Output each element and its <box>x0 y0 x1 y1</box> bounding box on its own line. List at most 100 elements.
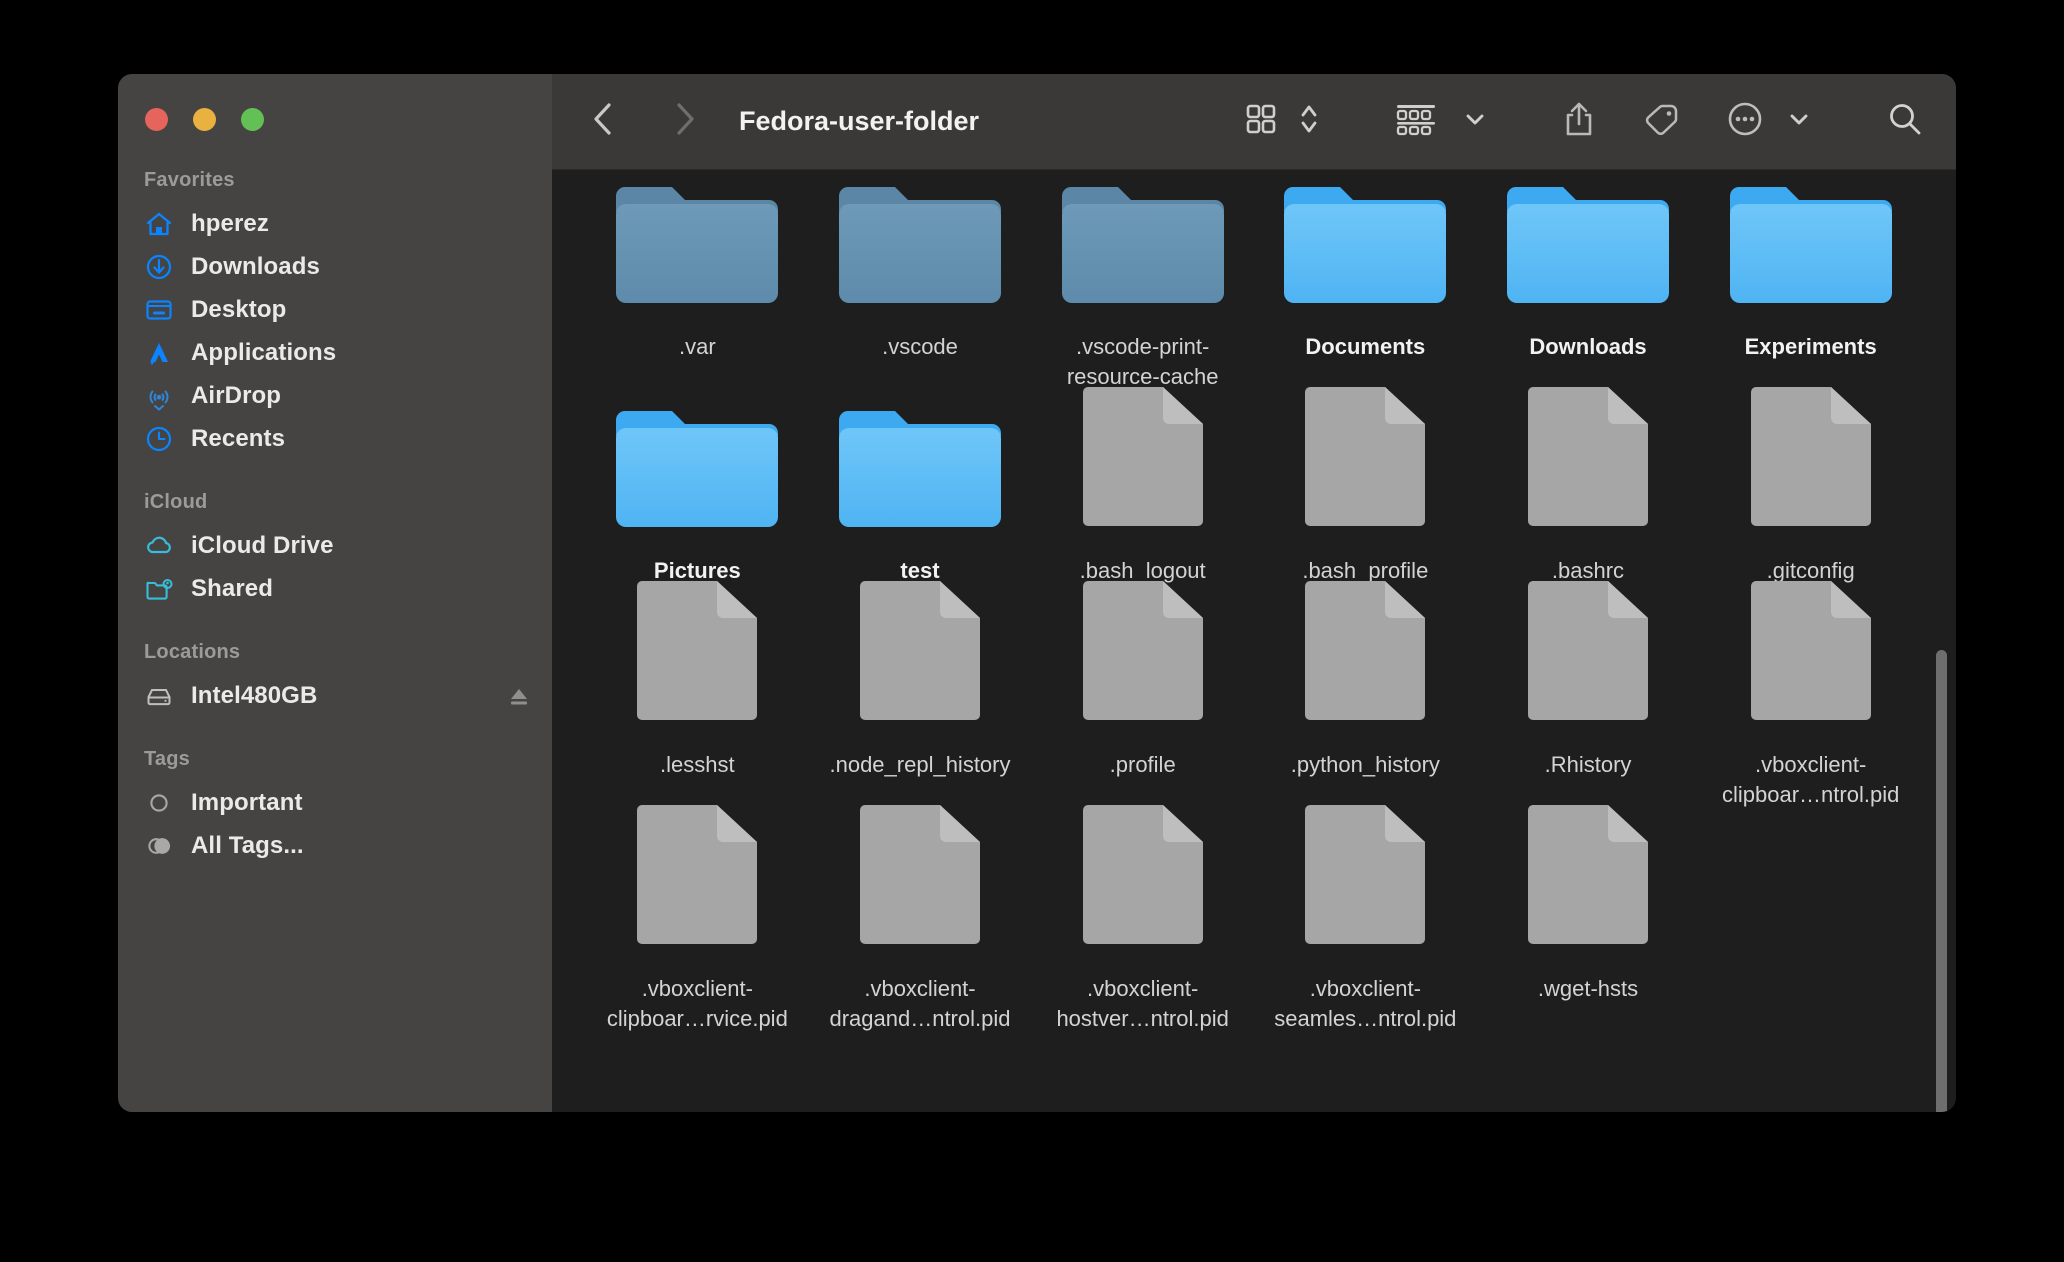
item-label: .Rhistory <box>1545 750 1632 780</box>
file-item[interactable]: .vboxclient-hostver…ntrol.pid <box>1031 840 1254 1034</box>
sidebar-group-title: Tags <box>118 748 552 771</box>
file-item[interactable]: .wget-hsts <box>1477 840 1700 1034</box>
sidebar-item-label: iCloud Drive <box>191 532 334 560</box>
share-button[interactable] <box>1556 95 1602 149</box>
more-options-chevron[interactable] <box>1780 95 1818 149</box>
chevron-up-down-icon <box>1299 102 1319 141</box>
cloud-icon <box>142 531 176 561</box>
chevron-down-icon <box>1787 107 1811 136</box>
vertical-scrollbar[interactable] <box>1934 170 1948 1112</box>
document-icon <box>854 616 986 728</box>
item-label: Experiments <box>1745 332 1877 362</box>
folder-item[interactable]: test <box>809 422 1032 586</box>
sidebar: Favorites hperez Downloads Desktop Appli… <box>118 74 552 1112</box>
folder-icon <box>1056 198 1230 310</box>
back-button[interactable] <box>576 95 630 149</box>
eject-icon[interactable] <box>506 683 532 709</box>
tag-button[interactable] <box>1636 95 1686 149</box>
sidebar-item-all-tags[interactable]: All Tags... <box>118 824 552 867</box>
group-by-button[interactable] <box>1388 95 1444 149</box>
folder-icon <box>610 422 784 534</box>
main-area: Fedora-user-folder <box>552 74 1956 1112</box>
sidebar-item-hperez[interactable]: hperez <box>118 202 552 245</box>
item-label: .vboxclient-seamles…ntrol.pid <box>1272 974 1458 1034</box>
item-label: .node_repl_history <box>829 750 1010 780</box>
folder-icon <box>833 422 1007 534</box>
file-item[interactable]: .vboxclient-dragand…ntrol.pid <box>809 840 1032 1034</box>
item-label: .var <box>679 332 716 362</box>
sidebar-group-title: iCloud <box>118 491 552 514</box>
zoom-button[interactable] <box>241 108 264 131</box>
sidebar-item-important[interactable]: Important <box>118 781 552 824</box>
sidebar-item-label: All Tags... <box>191 832 304 860</box>
file-item[interactable]: .lesshst <box>586 616 809 810</box>
chevron-left-icon <box>590 102 616 141</box>
shared-folder-icon <box>142 574 176 604</box>
minimize-button[interactable] <box>193 108 216 131</box>
window-title: Fedora-user-folder <box>739 106 979 137</box>
document-icon <box>854 840 986 952</box>
folder-item[interactable]: Downloads <box>1477 198 1700 392</box>
sidebar-item-recents[interactable]: Recents <box>118 417 552 460</box>
sidebar-item-airdrop[interactable]: AirDrop <box>118 374 552 417</box>
view-mode-button[interactable] <box>1238 95 1284 149</box>
close-button[interactable] <box>145 108 168 131</box>
folder-item[interactable]: .vscode <box>809 198 1032 392</box>
document-icon <box>1299 422 1431 534</box>
file-item[interactable]: .vboxclient-clipboar…rvice.pid <box>586 840 809 1034</box>
file-item[interactable]: .vboxclient-seamles…ntrol.pid <box>1254 840 1477 1034</box>
item-label: .wget-hsts <box>1538 974 1638 1004</box>
sidebar-item-label: Desktop <box>191 296 286 324</box>
document-icon <box>1299 840 1431 952</box>
sidebar-group-icloud: iCloud iCloud Drive Shared <box>118 491 552 610</box>
item-label: .vboxclient-hostver…ntrol.pid <box>1050 974 1236 1034</box>
window-controls <box>145 108 264 131</box>
hard-drive-icon <box>142 681 176 711</box>
share-icon <box>1563 101 1595 142</box>
more-options-button[interactable] <box>1720 95 1770 149</box>
folder-icon <box>1724 198 1898 310</box>
folder-icon <box>610 198 784 310</box>
file-item[interactable]: .bashrc <box>1477 422 1700 586</box>
document-icon <box>631 616 763 728</box>
search-button[interactable] <box>1880 95 1930 149</box>
applications-icon <box>142 338 176 368</box>
file-item[interactable]: .gitconfig <box>1699 422 1922 586</box>
item-label: .lesshst <box>660 750 735 780</box>
file-item[interactable]: .node_repl_history <box>809 616 1032 810</box>
folder-item[interactable]: Documents <box>1254 198 1477 392</box>
file-item[interactable]: .Rhistory <box>1477 616 1700 810</box>
sidebar-item-applications[interactable]: Applications <box>118 331 552 374</box>
file-item[interactable]: .python_history <box>1254 616 1477 810</box>
sidebar-item-desktop[interactable]: Desktop <box>118 288 552 331</box>
sidebar-item-intel480gb[interactable]: Intel480GB <box>118 674 552 717</box>
scrollbar-thumb[interactable] <box>1936 650 1947 1112</box>
file-item[interactable]: .bash_logout <box>1031 422 1254 586</box>
group-by-chevron[interactable] <box>1456 95 1494 149</box>
document-icon <box>1077 840 1209 952</box>
file-item[interactable]: .bash_profile <box>1254 422 1477 586</box>
sidebar-item-icloud-drive[interactable]: iCloud Drive <box>118 524 552 567</box>
folder-item[interactable]: .vscode-print-resource-cache <box>1031 198 1254 392</box>
file-grid-area[interactable]: .var .vscode .vscode-print-resource-cach… <box>552 170 1956 1112</box>
item-label: Documents <box>1305 332 1425 362</box>
sidebar-item-downloads[interactable]: Downloads <box>118 245 552 288</box>
file-item[interactable]: .profile <box>1031 616 1254 810</box>
file-item[interactable]: .vboxclient-clipboar…ntrol.pid <box>1699 616 1922 810</box>
folder-item[interactable]: Pictures <box>586 422 809 586</box>
sidebar-item-shared[interactable]: Shared <box>118 567 552 610</box>
folder-item[interactable]: .var <box>586 198 809 392</box>
folder-item[interactable]: Experiments <box>1699 198 1922 392</box>
sidebar-item-label: Recents <box>191 425 285 453</box>
group-by-icon <box>1395 102 1437 141</box>
view-mode-switcher[interactable] <box>1292 95 1326 149</box>
sidebar-item-label: Important <box>191 789 303 817</box>
document-icon <box>1077 422 1209 534</box>
chevron-down-icon <box>1463 107 1487 136</box>
folder-icon <box>833 198 1007 310</box>
sidebar-item-label: Downloads <box>191 253 320 281</box>
forward-button[interactable] <box>658 95 712 149</box>
chevron-right-icon <box>672 102 698 141</box>
sidebar-group-title: Locations <box>118 641 552 664</box>
document-icon <box>1077 616 1209 728</box>
